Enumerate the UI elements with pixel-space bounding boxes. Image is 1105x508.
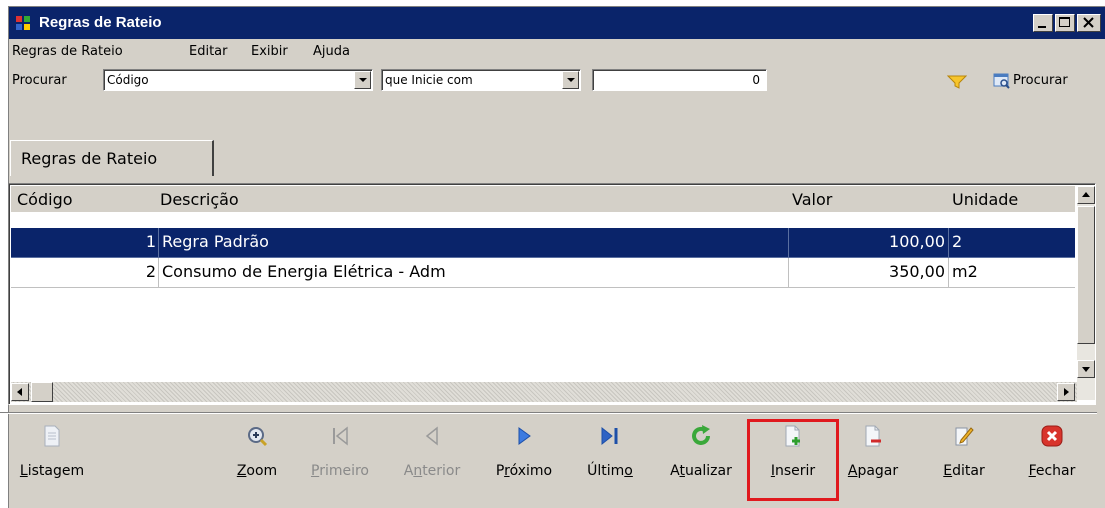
primeiro-label: Primeiro	[310, 463, 369, 479]
menu-bar: Regras de Rateio Editar Exibir Ajuda	[9, 39, 1105, 65]
primeiro-button[interactable]: Primeiro	[305, 416, 375, 488]
minimize-icon	[1038, 26, 1046, 28]
arrow-up-icon	[1082, 192, 1090, 197]
search-label: Procurar	[12, 73, 67, 88]
editar-button[interactable]: Editar	[939, 416, 989, 488]
action-toolbar: Listagem Zoom Primeiro Anterior Próximo	[0, 416, 1097, 502]
fechar-button[interactable]: Fechar	[1024, 416, 1080, 488]
apagar-label: Apagar	[847, 463, 899, 479]
filter-icon[interactable]	[947, 74, 967, 90]
cell-descricao: Consumo de Energia Elétrica - Adm	[159, 258, 789, 288]
menu-regras-de-rateio[interactable]: Regras de Rateio	[12, 44, 123, 59]
tab-regras-de-rateio[interactable]: Regras de Rateio	[10, 140, 214, 176]
scroll-left-button[interactable]	[11, 383, 29, 401]
search-field-select[interactable]: Código	[103, 69, 373, 91]
arrow-right-icon	[1064, 388, 1069, 396]
window-title: Regras de Rateio	[39, 14, 162, 31]
data-grid[interactable]: Código Descrição Valor Unidade 1 Regra P…	[8, 183, 1096, 405]
proximo-label: Próximo	[495, 463, 553, 479]
scroll-down-button[interactable]	[1077, 360, 1095, 378]
menu-ajuda[interactable]: Ajuda	[313, 44, 350, 59]
scroll-right-button[interactable]	[1057, 383, 1075, 401]
toolbar-separator	[0, 412, 1097, 414]
search-field-value: Código	[107, 73, 149, 87]
inserir-highlight-box	[747, 419, 839, 501]
editar-label: Editar	[943, 463, 985, 479]
next-icon	[518, 427, 531, 445]
close-x-icon	[1083, 17, 1094, 28]
ultimo-button[interactable]: Último	[580, 416, 640, 488]
document-icon	[44, 425, 60, 447]
arrow-left-icon	[17, 388, 22, 396]
search-input-value: 0	[752, 73, 760, 87]
zoom-button[interactable]: Zoom	[232, 416, 282, 488]
previous-icon	[425, 426, 438, 446]
minimize-button[interactable]	[1033, 14, 1053, 32]
anterior-label: Anterior	[403, 463, 461, 479]
fechar-label: Fechar	[1028, 463, 1076, 479]
column-header-unidade[interactable]: Unidade	[952, 190, 1018, 209]
scroll-up-button[interactable]	[1077, 186, 1095, 204]
cell-codigo: 2	[11, 258, 159, 288]
maximize-icon	[1059, 17, 1070, 27]
refresh-icon	[692, 425, 710, 445]
zoom-icon	[248, 427, 268, 447]
search-button-label: Procurar	[1013, 73, 1068, 88]
proximo-button[interactable]: Próximo	[486, 416, 562, 488]
first-icon	[333, 426, 348, 446]
listagem-button[interactable]: Listagem	[16, 416, 88, 488]
anterior-button[interactable]: Anterior	[397, 416, 467, 488]
listagem-label: Listagem	[19, 463, 85, 479]
ultimo-label: Último	[587, 463, 633, 479]
app-icon	[16, 16, 30, 30]
column-header-valor[interactable]: Valor	[792, 190, 832, 209]
cell-codigo: 1	[11, 228, 159, 258]
cell-descricao: Regra Padrão	[159, 228, 789, 258]
zoom-label: Zoom	[236, 463, 278, 479]
edit-icon	[955, 427, 974, 446]
title-bar[interactable]: Regras de Rateio	[9, 7, 1105, 39]
close-window-button[interactable]	[1077, 14, 1101, 32]
cell-valor: 350,00	[789, 258, 949, 288]
vertical-scroll-thumb[interactable]	[1077, 206, 1095, 344]
search-condition-select[interactable]: que Inicie com	[381, 69, 581, 91]
apagar-button[interactable]: Apagar	[842, 416, 904, 488]
chevron-down-icon[interactable]	[562, 71, 579, 89]
column-header-codigo[interactable]: Código	[17, 190, 73, 209]
tab-label: Regras de Rateio	[21, 149, 158, 168]
arrow-down-icon	[1082, 367, 1090, 372]
search-bar: Procurar Código que Inicie com 0 Procura…	[9, 65, 1105, 97]
chevron-down-icon[interactable]	[354, 71, 371, 89]
atualizar-button[interactable]: Atualizar	[660, 416, 742, 488]
maximize-button[interactable]	[1055, 14, 1075, 32]
search-button[interactable]: Procurar	[993, 69, 1103, 93]
search-input[interactable]: 0	[592, 69, 767, 91]
close-icon	[1041, 425, 1063, 447]
search-icon	[993, 73, 1010, 89]
delete-icon	[865, 425, 881, 447]
cell-unidade: m2	[949, 258, 1075, 288]
menu-editar[interactable]: Editar	[189, 44, 228, 59]
search-condition-value: que Inicie com	[385, 73, 473, 87]
last-icon	[601, 426, 618, 446]
cell-valor: 100,00	[789, 228, 949, 258]
horizontal-scroll-thumb[interactable]	[31, 382, 53, 402]
vertical-scrollbar[interactable]	[1077, 186, 1095, 400]
grid-header: Código Descrição Valor Unidade	[11, 186, 1075, 212]
horizontal-scrollbar[interactable]	[11, 382, 1077, 402]
column-header-descricao[interactable]: Descrição	[160, 190, 239, 209]
menu-exibir[interactable]: Exibir	[251, 44, 288, 59]
table-row[interactable]: 2 Consumo de Energia Elétrica - Adm 350,…	[11, 258, 1075, 288]
table-row[interactable]: 1 Regra Padrão 100,00 2	[11, 228, 1075, 258]
atualizar-label: Atualizar	[670, 463, 732, 479]
cell-unidade: 2	[949, 228, 1075, 258]
